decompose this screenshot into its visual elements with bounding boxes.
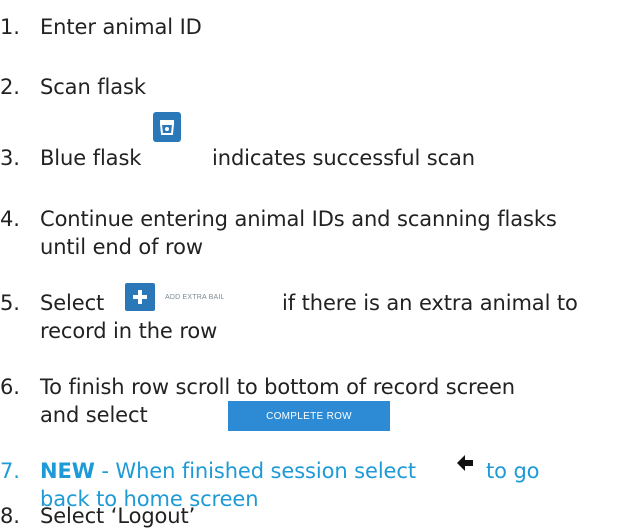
flask-icon [153, 112, 181, 142]
step-text: to go [486, 459, 540, 483]
step-text: record in the row [40, 319, 218, 343]
step-6: 6. To finish row scroll to bottom of reco… [0, 374, 515, 400]
step-text: Select [40, 291, 105, 315]
step-5-continuation: if there is an extra animal to [282, 290, 578, 316]
step-text: Continue entering animal IDs and scannin… [40, 207, 557, 231]
step-5: 5. Select [0, 290, 104, 316]
step-6-line-2: and select [0, 402, 148, 428]
step-3: 3. Blue flask [0, 145, 141, 171]
step-number: 5. [0, 291, 20, 315]
step-2: 2. Scan flask [0, 74, 146, 100]
step-5-line-2: record in the row [0, 318, 217, 344]
plus-icon [125, 283, 155, 311]
step-text: - When finished session select [101, 459, 416, 483]
step-text: indicates successful scan [212, 146, 476, 170]
step-number: 8. [0, 504, 20, 528]
step-1: 1. Enter animal ID [0, 14, 202, 40]
step-4-line-2: until end of row [0, 234, 203, 260]
step-number: 7. [0, 459, 20, 483]
plus-icon-glyph [133, 290, 147, 304]
add-extra-bail-label: ADD EXTRA BAIL [165, 293, 225, 301]
flask-icon-glyph [159, 120, 175, 135]
step-text: and select [40, 403, 148, 427]
complete-row-button: COMPLETE ROW [228, 401, 390, 431]
new-highlight: NEW [40, 459, 95, 483]
step-7: 7. NEW - When finished session select [0, 458, 416, 484]
step-8: 8. Select ‘Logout’ [0, 503, 195, 529]
instruction-steps: 1. Enter animal ID 2. Scan flask 3. Blue fl… [0, 0, 636, 529]
step-text: To finish row scroll to bottom of record… [40, 375, 515, 399]
back-arrow-glyph [457, 455, 473, 471]
step-7-continuation: to go [486, 458, 540, 484]
step-number: 4. [0, 207, 20, 231]
step-number: 6. [0, 375, 20, 399]
step-text: if there is an extra animal to [282, 291, 578, 315]
step-text: Enter animal ID [40, 15, 202, 39]
step-text: until end of row [40, 235, 203, 259]
step-number: 3. [0, 146, 20, 170]
step-text: Select ‘Logout’ [40, 504, 196, 528]
add-extra-bail-button: ADD EXTRA BAIL [125, 283, 225, 311]
step-number: 1. [0, 15, 20, 39]
step-4: 4. Continue entering animal IDs and scann… [0, 206, 557, 232]
step-number: 2. [0, 75, 20, 99]
back-arrow-icon [454, 452, 476, 474]
step-3-continuation: indicates successful scan [212, 145, 475, 171]
step-text: Scan flask [40, 75, 146, 99]
step-text: Blue flask [40, 146, 142, 170]
